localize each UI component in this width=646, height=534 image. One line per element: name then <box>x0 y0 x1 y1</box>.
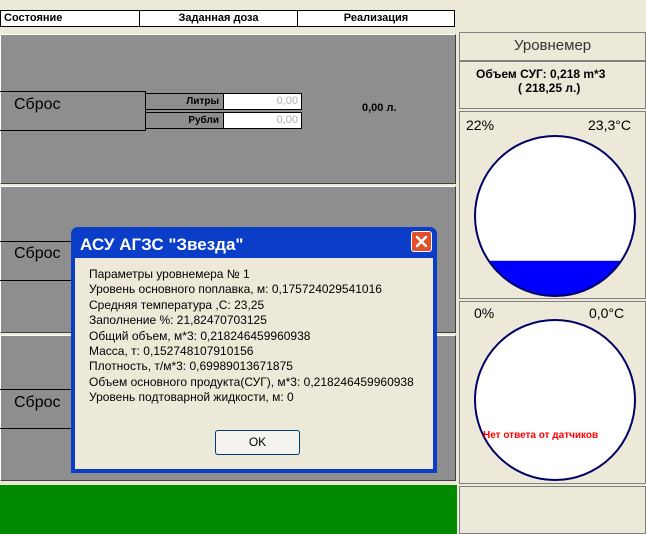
dialog-line: Параметры уровнемера № 1 <box>89 267 250 281</box>
dialog-line: Общий объем, м*3: 0,218246459960938 <box>89 328 311 343</box>
header-state: Состояние <box>0 10 140 27</box>
close-icon <box>415 235 428 248</box>
header-realization: Реализация <box>297 10 455 27</box>
reset-button-1[interactable]: Сброс <box>14 96 61 114</box>
liters-label: Литры <box>145 93 224 110</box>
liters-input[interactable]: 0,00 <box>223 93 302 110</box>
volume-line-2: ( 218,25 л.) <box>518 81 581 95</box>
ok-button[interactable]: OK <box>215 430 300 455</box>
gauge-1-temperature: 23,3°С <box>588 117 631 133</box>
header-dose: Заданная доза <box>139 10 298 27</box>
dialog-line: Уровень основного поплавка, м: 0,1757240… <box>89 282 382 297</box>
total-liters: 0,00 л. <box>362 102 397 114</box>
dialog-line: Объем основного продукта(СУГ), м*3: 0,21… <box>89 374 414 389</box>
dialog-title: АСУ АГЗС "Звезда" <box>80 235 244 254</box>
right-bottom-panel <box>459 486 646 534</box>
dialog-line: Масса, т: 0,152748107910156 <box>89 344 254 359</box>
volume-line-1: Объем СУГ: 0,218 m*3 <box>476 67 606 81</box>
dialog-line: Средняя температура ,С: 23,25 <box>89 297 265 312</box>
dialog-line: Плотность, т/м*3: 0,69989013671875 <box>89 359 293 374</box>
gauge-1-tank <box>474 135 636 297</box>
dialog-close-button[interactable] <box>411 231 432 252</box>
dialog-text: Параметры уровнемера № 1 Уровень основно… <box>89 267 414 406</box>
reset-button-3[interactable]: Сброс <box>14 394 61 412</box>
reset-button-2[interactable]: Сброс <box>14 245 61 263</box>
gauge-1-percent: 22% <box>466 117 495 133</box>
gauge-2-tank <box>474 319 636 481</box>
info-dialog: АСУ АГЗС "Звезда" Параметры уровнемера №… <box>71 227 437 473</box>
gauge-2-error-message: Нет ответа от датчиков <box>483 430 599 441</box>
level-meter-title: Уровнемер <box>514 37 592 54</box>
status-bar <box>0 485 457 534</box>
dialog-line: Заполнение %: 21,82470703125 <box>89 313 267 328</box>
dialog-body: Параметры уровнемера № 1 Уровень основно… <box>75 258 433 469</box>
gauge-1-fill <box>475 260 635 296</box>
rubles-input[interactable]: 0,00 <box>223 112 302 129</box>
rubles-label: Рубли <box>145 112 224 129</box>
dialog-line: Уровень подтоварной жидкости, м: 0 <box>89 390 294 405</box>
